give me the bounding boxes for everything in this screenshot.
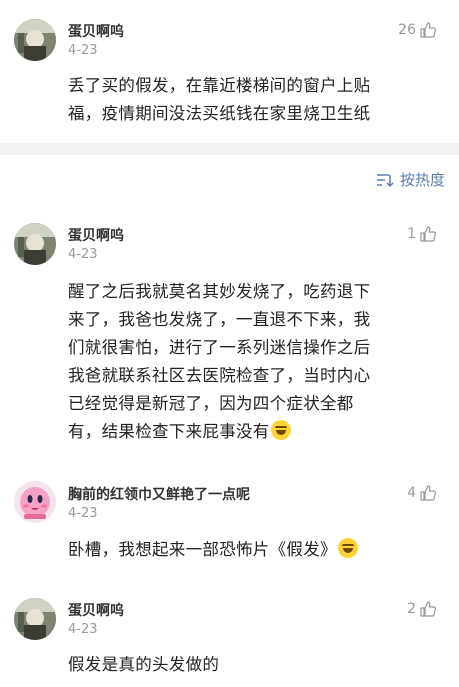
comment-date: 4-23 [68,506,98,521]
like-button[interactable]: 2 [407,600,437,618]
like-button[interactable]: 1 [407,225,437,243]
comment-line: 有，结果检查下来屁事没有 [68,418,440,446]
user-avatar-icon [14,19,56,61]
user-avatar-icon [14,223,56,265]
comment-line: 醒了之后我就莫名其妙发烧了，吃药退下 [68,282,371,301]
comment-text: 丢了买的假发，在靠近楼梯间的窗户上贴 福，疫情期间没法买纸钱在家里烧卫生纸 [68,72,440,128]
username[interactable]: 胸前的红领巾又鲜艳了一点呢 [68,484,250,504]
comment-line-text: 有，结果检查下来屁事没有 [68,422,270,441]
comment-text: 假发是真的头发做的 [68,651,440,679]
username[interactable]: 蛋贝啊呜 [68,225,124,245]
thumbs-up-icon [419,225,437,243]
section-divider [0,143,459,155]
like-count: 4 [407,485,416,501]
like-button[interactable]: 4 [407,484,437,502]
like-count: 26 [398,22,416,38]
user-avatar[interactable] [14,598,56,640]
sort-icon [376,172,394,188]
user-avatar[interactable] [14,223,56,265]
comment-text: 醒了之后我就莫名其妙发烧了，吃药退下 来了，我爸也发烧了，一直退不下来，我 们就… [68,278,440,446]
thumbs-up-icon [419,600,437,618]
user-avatar[interactable] [14,481,56,523]
pink-character-avatar-icon [14,481,56,523]
comment-line: 福，疫情期间没法买纸钱在家里烧卫生纸 [68,104,371,123]
laugh-cry-emoji-icon [337,538,358,558]
thumbs-up-icon [419,484,437,502]
comment-line-text: 卧槽，我想起来一部恐怖片《假发》 [68,540,337,559]
like-count: 2 [407,601,416,617]
user-avatar[interactable] [14,19,56,61]
comment-line: 假发是真的头发做的 [68,655,220,674]
thumbs-up-icon [419,21,437,39]
like-button[interactable]: 26 [398,21,437,39]
laugh-cry-emoji-icon [270,420,291,440]
comment-date: 4-23 [68,43,98,58]
comment-line: 卧槽，我想起来一部恐怖片《假发》 [68,536,440,564]
comment-line: 来了，我爸也发烧了，一直退不下来，我 [68,310,371,329]
sort-by-hot-button[interactable]: 按热度 [376,169,445,190]
comment-line: 们就很害怕，进行了一系列迷信操作之后 [68,338,371,357]
comment-line: 已经觉得是新冠了，因为四个症状全都 [68,394,354,413]
comment-text: 卧槽，我想起来一部恐怖片《假发》 [68,536,440,564]
like-count: 1 [407,226,416,242]
user-avatar-icon [14,598,56,640]
sort-label: 按热度 [399,171,445,189]
comment-line: 丢了买的假发，在靠近楼梯间的窗户上贴 [68,76,371,95]
comment-date: 4-23 [68,247,98,262]
username[interactable]: 蛋贝啊呜 [68,21,124,41]
username[interactable]: 蛋贝啊呜 [68,600,124,620]
comment-line: 我爸就联系社区去医院检查了，当时内心 [68,366,371,385]
comment-date: 4-23 [68,622,98,637]
